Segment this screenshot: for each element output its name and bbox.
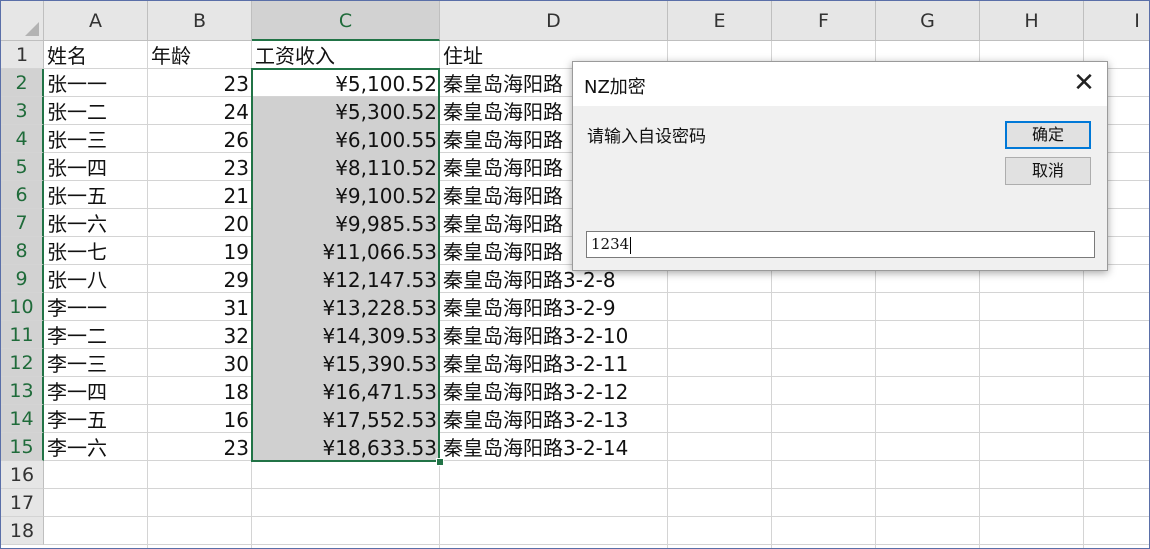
text-caret xyxy=(630,236,632,254)
row-header-12[interactable]: 12 xyxy=(1,349,44,377)
select-all-triangle-icon xyxy=(25,22,39,36)
password-input-value: 1234 xyxy=(591,235,630,253)
cell-age[interactable]: 23 xyxy=(148,153,252,181)
column-header-f[interactable]: F xyxy=(772,1,876,41)
row-header-16[interactable]: 16 xyxy=(1,461,44,489)
grid-row-line xyxy=(44,544,1149,545)
cell-name[interactable]: 张一二 xyxy=(44,97,148,125)
row-header-14[interactable]: 14 xyxy=(1,405,44,433)
column-header-h[interactable]: H xyxy=(980,1,1084,41)
cell-age[interactable]: 21 xyxy=(148,181,252,209)
cell-address[interactable]: 秦皇岛海阳路3-2-13 xyxy=(440,405,668,433)
cell-age[interactable]: 30 xyxy=(148,349,252,377)
column-header-g[interactable]: G xyxy=(876,1,980,41)
grid-row-line xyxy=(44,516,1149,517)
cell-name[interactable]: 张一八 xyxy=(44,265,148,293)
cell-age[interactable]: 31 xyxy=(148,293,252,321)
cell-name[interactable]: 李一三 xyxy=(44,349,148,377)
grid-row-line xyxy=(44,488,1149,489)
ok-button[interactable]: 确定 xyxy=(1005,121,1091,149)
row-header-8[interactable]: 8 xyxy=(1,237,44,265)
cell-age[interactable]: 32 xyxy=(148,321,252,349)
cell-name[interactable]: 李一六 xyxy=(44,433,148,461)
header-cell-name[interactable]: 姓名 xyxy=(44,41,148,69)
password-input[interactable]: 1234 xyxy=(586,231,1095,258)
cancel-button[interactable]: 取消 xyxy=(1005,157,1091,185)
fill-handle[interactable] xyxy=(436,458,444,466)
row-header-9[interactable]: 9 xyxy=(1,265,44,293)
row-header-15[interactable]: 15 xyxy=(1,433,44,461)
cell-name[interactable]: 张一三 xyxy=(44,125,148,153)
row-header-18[interactable]: 18 xyxy=(1,517,44,545)
row-header-7[interactable]: 7 xyxy=(1,209,44,237)
cell-name[interactable]: 张一一 xyxy=(44,69,148,97)
cell-name[interactable]: 李一五 xyxy=(44,405,148,433)
column-header-d[interactable]: D xyxy=(440,1,668,41)
column-header-e[interactable]: E xyxy=(668,1,772,41)
row-header-17[interactable]: 17 xyxy=(1,489,44,517)
cell-address[interactable]: 秦皇岛海阳路3-2-10 xyxy=(440,321,668,349)
column-header-c[interactable]: C xyxy=(252,1,440,41)
cell-name[interactable]: 李一二 xyxy=(44,321,148,349)
cell-age[interactable]: 19 xyxy=(148,237,252,265)
row-header-6[interactable]: 6 xyxy=(1,181,44,209)
header-cell-salary[interactable]: 工资收入 xyxy=(252,41,440,69)
cell-age[interactable]: 24 xyxy=(148,97,252,125)
selection-border xyxy=(251,68,440,462)
spreadsheet-window: ABCDEFGHI 1 2 3 4 5 6 7 8 9 10 11 12 13 14 15 16 17 18 姓名… xyxy=(0,0,1150,549)
cell-address[interactable]: 秦皇岛海阳路3-2-12 xyxy=(440,377,668,405)
cell-age[interactable]: 16 xyxy=(148,405,252,433)
row-header-5[interactable]: 5 xyxy=(1,153,44,181)
cell-age[interactable]: 20 xyxy=(148,209,252,237)
row-header-11[interactable]: 11 xyxy=(1,321,44,349)
cell-name[interactable]: 张一四 xyxy=(44,153,148,181)
row-header-3[interactable]: 3 xyxy=(1,97,44,125)
cell-age[interactable]: 23 xyxy=(148,69,252,97)
select-all-button[interactable] xyxy=(1,1,44,41)
row-header-13[interactable]: 13 xyxy=(1,377,44,405)
cell-address[interactable]: 秦皇岛海阳路3-2-9 xyxy=(440,293,668,321)
encrypt-dialog: NZ加密 ✕ 请输入自设密码 确定 取消 1234 xyxy=(572,61,1108,271)
dialog-title: NZ加密 xyxy=(584,77,646,98)
dialog-prompt: 请输入自设密码 xyxy=(587,127,706,147)
cell-name[interactable]: 李一一 xyxy=(44,293,148,321)
row-header-1[interactable]: 1 xyxy=(1,41,44,69)
row-header-10[interactable]: 10 xyxy=(1,293,44,321)
column-header-i[interactable]: I xyxy=(1084,1,1149,41)
cell-age[interactable]: 26 xyxy=(148,125,252,153)
cell-name[interactable]: 张一六 xyxy=(44,209,148,237)
cell-name[interactable]: 李一四 xyxy=(44,377,148,405)
dialog-title-bar[interactable]: NZ加密 ✕ xyxy=(573,62,1107,106)
close-icon[interactable]: ✕ xyxy=(1061,62,1107,106)
cell-address[interactable]: 秦皇岛海阳路3-2-14 xyxy=(440,433,668,461)
cell-age[interactable]: 23 xyxy=(148,433,252,461)
header-cell-age[interactable]: 年龄 xyxy=(148,41,252,69)
row-header-4[interactable]: 4 xyxy=(1,125,44,153)
cell-name[interactable]: 张一七 xyxy=(44,237,148,265)
column-header-a[interactable]: A xyxy=(44,1,148,41)
cell-address[interactable]: 秦皇岛海阳路3-2-11 xyxy=(440,349,668,377)
cell-age[interactable]: 18 xyxy=(148,377,252,405)
row-header-2[interactable]: 2 xyxy=(1,69,44,97)
cell-name[interactable]: 张一五 xyxy=(44,181,148,209)
cell-age[interactable]: 29 xyxy=(148,265,252,293)
column-header-b[interactable]: B xyxy=(148,1,252,41)
